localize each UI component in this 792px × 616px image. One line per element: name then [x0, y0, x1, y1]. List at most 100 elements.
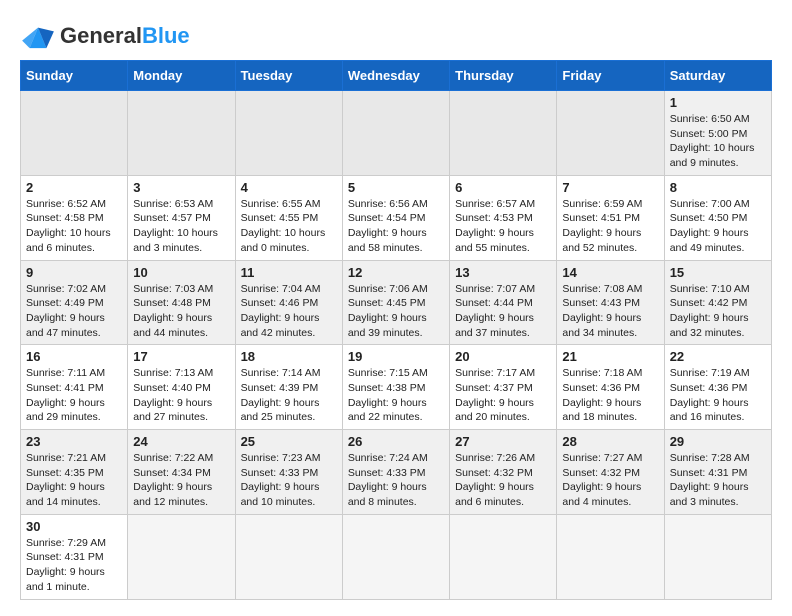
day-number: 19	[348, 349, 444, 364]
calendar-cell: 27 Sunrise: 7:26 AM Sunset: 4:32 PM Dayli…	[450, 430, 557, 515]
week-row-2: 2Sunrise: 6:52 AM Sunset: 4:58 PM Daylig…	[21, 175, 772, 260]
day-info: Sunrise: 7:07 AM Sunset: 4:44 PM Dayligh…	[455, 282, 551, 341]
calendar-cell	[450, 91, 557, 176]
week-row-1: 1Sunrise: 6:50 AM Sunset: 5:00 PM Daylig…	[21, 91, 772, 176]
calendar-cell	[128, 514, 235, 599]
calendar-cell	[342, 91, 449, 176]
calendar-cell: 21 Sunrise: 7:18 AM Sunset: 4:36 PM Dayli…	[557, 345, 664, 430]
calendar-cell: 28 Sunrise: 7:27 AM Sunset: 4:32 PM Dayli…	[557, 430, 664, 515]
calendar-cell: 13 Sunrise: 7:07 AM Sunset: 4:44 PM Dayli…	[450, 260, 557, 345]
day-info: Sunrise: 7:29 AM Sunset: 4:31 PM Dayligh…	[26, 536, 122, 595]
calendar-cell	[235, 514, 342, 599]
day-number: 21	[562, 349, 658, 364]
day-number: 15	[670, 265, 766, 280]
calendar-cell: 5Sunrise: 6:56 AM Sunset: 4:54 PM Daylig…	[342, 175, 449, 260]
calendar-cell: 17 Sunrise: 7:13 AM Sunset: 4:40 PM Dayli…	[128, 345, 235, 430]
day-info: Sunrise: 7:19 AM Sunset: 4:36 PM Dayligh…	[670, 366, 766, 425]
day-number: 23	[26, 434, 122, 449]
day-number: 8	[670, 180, 766, 195]
calendar-cell: 9 Sunrise: 7:02 AM Sunset: 4:49 PM Daylig…	[21, 260, 128, 345]
calendar-cell: 7 Sunrise: 6:59 AM Sunset: 4:51 PM Daylig…	[557, 175, 664, 260]
day-number: 18	[241, 349, 337, 364]
calendar-cell: 19 Sunrise: 7:15 AM Sunset: 4:38 PM Dayli…	[342, 345, 449, 430]
calendar-cell: 20Sunrise: 7:17 AM Sunset: 4:37 PM Dayli…	[450, 345, 557, 430]
day-info: Sunrise: 6:55 AM Sunset: 4:55 PM Dayligh…	[241, 197, 337, 256]
calendar-cell: 12 Sunrise: 7:06 AM Sunset: 4:45 PM Dayli…	[342, 260, 449, 345]
calendar-cell: 15 Sunrise: 7:10 AM Sunset: 4:42 PM Dayli…	[664, 260, 771, 345]
calendar-cell: 30 Sunrise: 7:29 AM Sunset: 4:31 PM Dayli…	[21, 514, 128, 599]
day-number: 27	[455, 434, 551, 449]
day-info: Sunrise: 6:59 AM Sunset: 4:51 PM Dayligh…	[562, 197, 658, 256]
day-number: 7	[562, 180, 658, 195]
day-info: Sunrise: 6:56 AM Sunset: 4:54 PM Dayligh…	[348, 197, 444, 256]
calendar-cell	[235, 91, 342, 176]
day-info: Sunrise: 7:11 AM Sunset: 4:41 PM Dayligh…	[26, 366, 122, 425]
logo: GeneralBlue	[20, 16, 190, 50]
logo-icon	[20, 22, 56, 50]
day-info: Sunrise: 7:24 AM Sunset: 4:33 PM Dayligh…	[348, 451, 444, 510]
day-info: Sunrise: 7:23 AM Sunset: 4:33 PM Dayligh…	[241, 451, 337, 510]
day-number: 13	[455, 265, 551, 280]
day-info: Sunrise: 7:21 AM Sunset: 4:35 PM Dayligh…	[26, 451, 122, 510]
day-number: 30	[26, 519, 122, 534]
day-info: Sunrise: 7:00 AM Sunset: 4:50 PM Dayligh…	[670, 197, 766, 256]
calendar-cell	[664, 514, 771, 599]
day-number: 22	[670, 349, 766, 364]
day-info: Sunrise: 7:15 AM Sunset: 4:38 PM Dayligh…	[348, 366, 444, 425]
calendar-cell: 11 Sunrise: 7:04 AM Sunset: 4:46 PM Dayli…	[235, 260, 342, 345]
weekday-header-friday: Friday	[557, 61, 664, 91]
day-info: Sunrise: 7:27 AM Sunset: 4:32 PM Dayligh…	[562, 451, 658, 510]
day-number: 11	[241, 265, 337, 280]
calendar-cell: 25Sunrise: 7:23 AM Sunset: 4:33 PM Dayli…	[235, 430, 342, 515]
week-row-3: 9 Sunrise: 7:02 AM Sunset: 4:49 PM Daylig…	[21, 260, 772, 345]
weekday-header-row: SundayMondayTuesdayWednesdayThursdayFrid…	[21, 61, 772, 91]
calendar: SundayMondayTuesdayWednesdayThursdayFrid…	[20, 60, 772, 600]
day-info: Sunrise: 7:26 AM Sunset: 4:32 PM Dayligh…	[455, 451, 551, 510]
day-number: 17	[133, 349, 229, 364]
weekday-header-saturday: Saturday	[664, 61, 771, 91]
calendar-cell: 18 Sunrise: 7:14 AM Sunset: 4:39 PM Dayli…	[235, 345, 342, 430]
day-number: 2	[26, 180, 122, 195]
day-number: 29	[670, 434, 766, 449]
weekday-header-thursday: Thursday	[450, 61, 557, 91]
calendar-cell: 23 Sunrise: 7:21 AM Sunset: 4:35 PM Dayli…	[21, 430, 128, 515]
day-number: 6	[455, 180, 551, 195]
weekday-header-sunday: Sunday	[21, 61, 128, 91]
calendar-cell: 26 Sunrise: 7:24 AM Sunset: 4:33 PM Dayli…	[342, 430, 449, 515]
day-info: Sunrise: 7:22 AM Sunset: 4:34 PM Dayligh…	[133, 451, 229, 510]
day-number: 3	[133, 180, 229, 195]
day-info: Sunrise: 7:02 AM Sunset: 4:49 PM Dayligh…	[26, 282, 122, 341]
day-number: 9	[26, 265, 122, 280]
calendar-cell	[557, 91, 664, 176]
day-info: Sunrise: 7:13 AM Sunset: 4:40 PM Dayligh…	[133, 366, 229, 425]
calendar-cell: 8 Sunrise: 7:00 AM Sunset: 4:50 PM Daylig…	[664, 175, 771, 260]
week-row-4: 16 Sunrise: 7:11 AM Sunset: 4:41 PM Dayli…	[21, 345, 772, 430]
calendar-cell	[21, 91, 128, 176]
day-number: 26	[348, 434, 444, 449]
calendar-cell: 22 Sunrise: 7:19 AM Sunset: 4:36 PM Dayli…	[664, 345, 771, 430]
calendar-cell: 24Sunrise: 7:22 AM Sunset: 4:34 PM Dayli…	[128, 430, 235, 515]
day-info: Sunrise: 7:14 AM Sunset: 4:39 PM Dayligh…	[241, 366, 337, 425]
page: GeneralBlue SundayMondayTuesdayWednesday…	[0, 0, 792, 616]
day-info: Sunrise: 7:10 AM Sunset: 4:42 PM Dayligh…	[670, 282, 766, 341]
weekday-header-tuesday: Tuesday	[235, 61, 342, 91]
day-number: 28	[562, 434, 658, 449]
calendar-cell: 6 Sunrise: 6:57 AM Sunset: 4:53 PM Daylig…	[450, 175, 557, 260]
day-number: 14	[562, 265, 658, 280]
day-info: Sunrise: 7:18 AM Sunset: 4:36 PM Dayligh…	[562, 366, 658, 425]
calendar-cell	[450, 514, 557, 599]
day-info: Sunrise: 7:03 AM Sunset: 4:48 PM Dayligh…	[133, 282, 229, 341]
day-number: 12	[348, 265, 444, 280]
week-row-5: 23 Sunrise: 7:21 AM Sunset: 4:35 PM Dayli…	[21, 430, 772, 515]
day-info: Sunrise: 7:28 AM Sunset: 4:31 PM Dayligh…	[670, 451, 766, 510]
day-info: Sunrise: 7:08 AM Sunset: 4:43 PM Dayligh…	[562, 282, 658, 341]
day-number: 16	[26, 349, 122, 364]
calendar-cell: 10Sunrise: 7:03 AM Sunset: 4:48 PM Dayli…	[128, 260, 235, 345]
day-info: Sunrise: 6:57 AM Sunset: 4:53 PM Dayligh…	[455, 197, 551, 256]
day-info: Sunrise: 7:06 AM Sunset: 4:45 PM Dayligh…	[348, 282, 444, 341]
day-info: Sunrise: 6:53 AM Sunset: 4:57 PM Dayligh…	[133, 197, 229, 256]
day-info: Sunrise: 7:04 AM Sunset: 4:46 PM Dayligh…	[241, 282, 337, 341]
calendar-cell	[342, 514, 449, 599]
header: GeneralBlue	[20, 16, 772, 50]
calendar-cell: 14 Sunrise: 7:08 AM Sunset: 4:43 PM Dayli…	[557, 260, 664, 345]
